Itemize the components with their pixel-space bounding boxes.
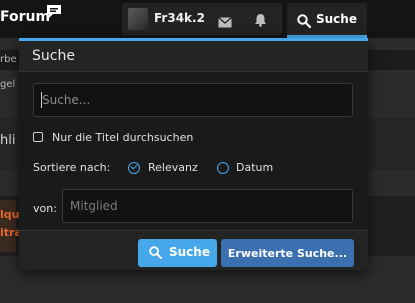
- menu-title: Suche: [32, 48, 75, 64]
- search-icon: [297, 13, 312, 32]
- search-dropdown-menu: Suche Nur die Titel durchsuchen Sortiere…: [19, 38, 368, 270]
- menu-footer: Suche Erweiterte Suche...: [19, 230, 368, 270]
- search-submit-label: Suche: [169, 245, 210, 259]
- forum-nav-link[interactable]: Forum: [0, 9, 50, 25]
- titles-only-label[interactable]: Nur die Titel durchsuchen: [52, 131, 193, 144]
- search-query-input[interactable]: [33, 83, 353, 117]
- bell-icon[interactable]: [254, 12, 267, 31]
- chat-bubble-icon[interactable]: [45, 4, 63, 24]
- user-account-bar: Fr34k.2: [122, 3, 282, 35]
- text-cursor: [41, 92, 42, 108]
- avatar[interactable]: [128, 8, 148, 30]
- sort-label: Sortiere nach:: [33, 161, 111, 174]
- search-toggle-button[interactable]: Suche: [287, 3, 367, 38]
- search-icon: [149, 246, 163, 262]
- search-toggle-label: Suche: [316, 12, 357, 26]
- advanced-search-button[interactable]: Erweiterte Suche...: [221, 239, 354, 267]
- background-text-fragment: hli: [0, 133, 16, 148]
- background-text-fragment: gel: [0, 79, 16, 90]
- member-label: von:: [33, 202, 57, 215]
- envelope-icon[interactable]: [218, 13, 232, 32]
- sort-relevance-radio[interactable]: [128, 162, 140, 174]
- checkmark-icon: [130, 162, 138, 170]
- sort-date-radio[interactable]: [217, 162, 229, 174]
- sort-relevance-label[interactable]: Relevanz: [148, 161, 198, 174]
- sort-date-label[interactable]: Datum: [236, 161, 273, 174]
- background-text-fragment: rbe: [0, 54, 17, 65]
- search-submit-button[interactable]: Suche: [138, 239, 217, 267]
- member-input[interactable]: [62, 189, 353, 223]
- username-link[interactable]: Fr34k.2: [154, 11, 205, 25]
- titles-only-checkbox[interactable]: [33, 132, 43, 142]
- menu-header: Suche: [19, 41, 368, 72]
